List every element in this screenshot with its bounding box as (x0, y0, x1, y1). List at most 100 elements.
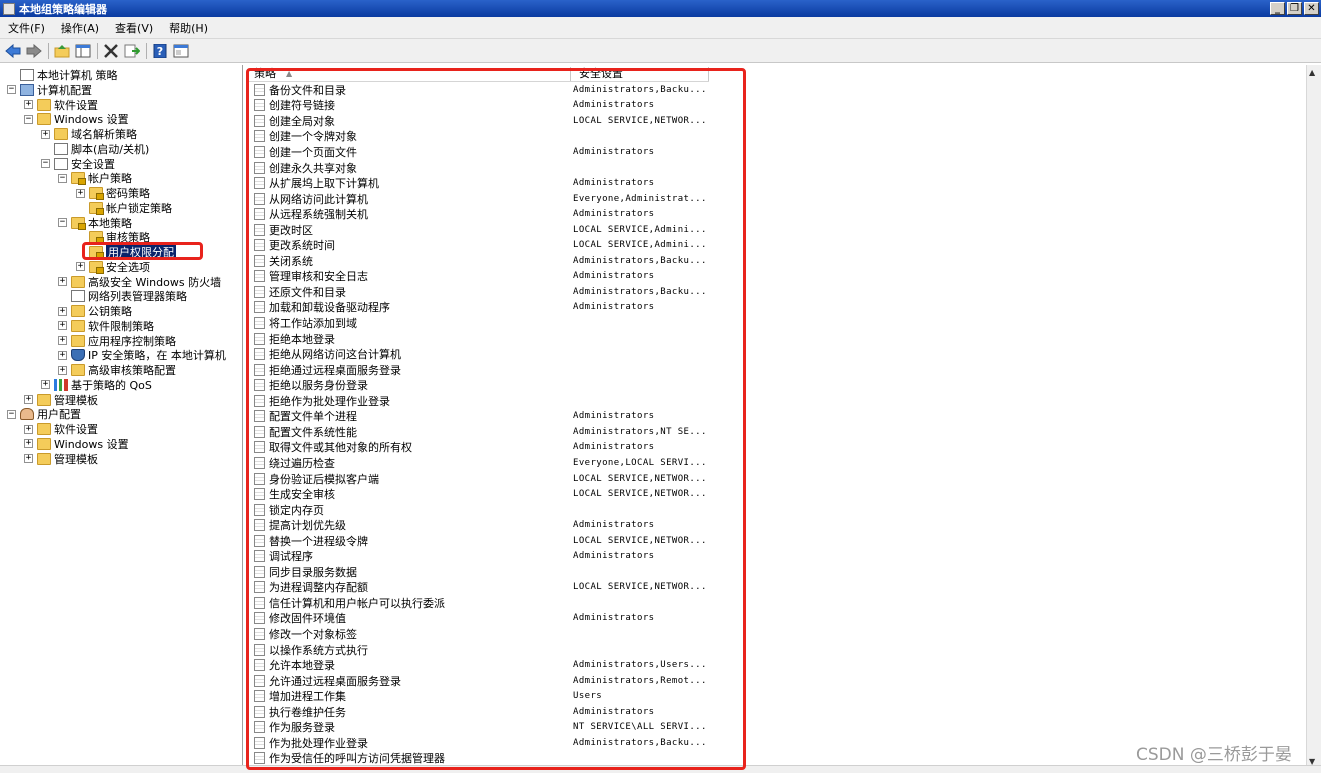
policy-row[interactable]: 创建一个页面文件 Administrators (254, 144, 654, 160)
tree-pane[interactable]: 本地计算机 策略 − 计算机配置 + 软件设置 − Windows 设置 + 域名解析策略 脚本(… (0, 65, 243, 772)
policy-row[interactable]: 关闭系统 Administrators,Backu... (254, 253, 707, 269)
expand-icon[interactable]: + (58, 336, 67, 345)
tree-local-computer-policy[interactable]: 本地计算机 策略 (7, 68, 118, 82)
policy-row[interactable]: 拒绝以服务身份登录 (254, 377, 573, 393)
tree-ip-security[interactable]: + IP 安全策略，在 本地计算机 (58, 348, 226, 362)
expand-icon[interactable]: + (24, 439, 33, 449)
policy-row[interactable]: 为进程调整内存配额 LOCAL SERVICE,NETWOR... (254, 580, 707, 596)
policy-row[interactable]: 增加进程工作集 Users (254, 688, 602, 704)
tree-user-software[interactable]: + 软件设置 (24, 422, 98, 436)
policy-row[interactable]: 调试程序 Administrators (254, 549, 654, 565)
collapse-icon[interactable]: − (58, 173, 67, 183)
policy-row[interactable]: 锁定内存页 (254, 502, 573, 518)
collapse-icon[interactable]: − (24, 114, 33, 124)
column-header-policy[interactable]: 策略 ▲ (246, 67, 571, 81)
restore-button[interactable]: ❐ (1287, 2, 1302, 15)
properties-button[interactable] (171, 42, 191, 60)
expand-icon[interactable]: + (58, 350, 67, 360)
tree-password-policy[interactable]: + 密码策略 (76, 186, 150, 200)
menu-help[interactable]: 帮助(H) (161, 20, 216, 36)
policy-row[interactable]: 允许通过远程桌面服务登录 Administrators,Remot... (254, 673, 707, 689)
policy-row[interactable]: 修改一个对象标签 (254, 626, 573, 642)
tree-admin-templates[interactable]: + 管理模板 (24, 393, 98, 407)
minimize-button[interactable]: _ (1270, 2, 1285, 15)
policy-row[interactable]: 提高计划优先级 Administrators (254, 517, 654, 533)
policy-row[interactable]: 配置文件系统性能 Administrators,NT SE... (254, 424, 707, 440)
expand-icon[interactable]: + (58, 306, 67, 316)
policy-row[interactable]: 将工作站添加到域 (254, 315, 573, 331)
policy-row[interactable]: 拒绝作为批处理作业登录 (254, 393, 573, 409)
tree-scripts[interactable]: 脚本(启动/关机) (41, 142, 149, 156)
policy-row[interactable]: 创建永久共享对象 (254, 160, 573, 176)
tree-advanced-audit[interactable]: + 高级审核策略配置 (58, 363, 176, 377)
vertical-scrollbar[interactable]: ▲ ▼ (1306, 65, 1321, 772)
collapse-icon[interactable]: − (41, 159, 50, 168)
expand-icon[interactable]: + (58, 321, 67, 331)
tree-lockout-policy[interactable]: 帐户锁定策略 (76, 201, 172, 215)
policy-row[interactable]: 配置文件单个进程 Administrators (254, 409, 654, 425)
policy-row[interactable]: 以操作系统方式执行 (254, 642, 573, 658)
policy-row[interactable]: 信任计算机和用户帐户可以执行委派 (254, 595, 573, 611)
show-hide-tree-button[interactable] (73, 42, 93, 60)
policy-row[interactable]: 从扩展坞上取下计算机 Administrators (254, 175, 654, 191)
policy-row[interactable]: 拒绝通过远程桌面服务登录 (254, 362, 573, 378)
expand-icon[interactable]: + (58, 277, 67, 286)
policy-row[interactable]: 更改系统时间 LOCAL SERVICE,Admini... (254, 238, 707, 254)
policy-row[interactable]: 取得文件或其他对象的所有权 Administrators (254, 440, 654, 456)
policy-row[interactable]: 作为批处理作业登录 Administrators,Backu... (254, 735, 707, 751)
policy-row[interactable]: 允许本地登录 Administrators,Users... (254, 657, 707, 673)
delete-button[interactable] (101, 42, 121, 60)
policy-row[interactable]: 加载和卸载设备驱动程序 Administrators (254, 300, 654, 316)
scroll-up-icon[interactable]: ▲ (1309, 68, 1315, 77)
policy-row[interactable]: 创建符号链接 Administrators (254, 98, 654, 114)
tree-audit-policy[interactable]: 审核策略 (76, 230, 150, 245)
tree-security-options[interactable]: + 安全选项 (76, 260, 150, 274)
tree-software-restriction[interactable]: + 软件限制策略 (58, 319, 154, 333)
tree-software-settings[interactable]: + 软件设置 (24, 98, 98, 112)
policy-row[interactable]: 从网络访问此计算机 Everyone,Administrat... (254, 191, 707, 207)
expand-icon[interactable]: + (76, 188, 85, 198)
tree-public-key[interactable]: + 公钥策略 (58, 304, 132, 318)
collapse-icon[interactable]: − (7, 409, 16, 419)
tree-security-settings[interactable]: − 安全设置 (41, 157, 115, 171)
forward-button[interactable] (24, 42, 44, 60)
help-button[interactable]: ? (150, 42, 170, 60)
up-button[interactable] (52, 42, 72, 60)
expand-icon[interactable]: + (24, 100, 33, 109)
policy-row[interactable]: 作为受信任的呼叫方访问凭据管理器 (254, 751, 573, 767)
policy-row[interactable]: 从远程系统强制关机 Administrators (254, 206, 654, 222)
menu-file[interactable]: 文件(F) (0, 20, 53, 36)
tree-user-admin-templates[interactable]: + 管理模板 (24, 452, 98, 466)
tree-user-rights[interactable]: 用户权限分配 (76, 244, 176, 260)
tree-local-policies[interactable]: − 本地策略 (58, 216, 132, 230)
policy-row[interactable]: 备份文件和目录 Administrators,Backu... (254, 82, 707, 98)
policy-row[interactable]: 创建一个令牌对象 (254, 129, 573, 145)
policy-row[interactable]: 同步目录服务数据 (254, 564, 573, 580)
collapse-icon[interactable]: − (7, 85, 16, 95)
policy-row[interactable]: 替换一个进程级令牌 LOCAL SERVICE,NETWOR... (254, 533, 707, 549)
expand-icon[interactable]: + (76, 262, 85, 272)
policy-row[interactable]: 拒绝从网络访问这台计算机 (254, 346, 573, 362)
policy-row[interactable]: 创建全局对象 LOCAL SERVICE,NETWOR... (254, 113, 707, 129)
policy-row[interactable]: 还原文件和目录 Administrators,Backu... (254, 284, 707, 300)
menu-view[interactable]: 查看(V) (107, 20, 161, 36)
policy-row[interactable]: 拒绝本地登录 (254, 331, 573, 347)
close-button[interactable]: ✕ (1304, 2, 1319, 15)
tree-app-control[interactable]: + 应用程序控制策略 (58, 334, 176, 348)
policy-list[interactable]: 策略 ▲ 安全设置 备份文件和目录 Administrators,Backu...… (246, 65, 1306, 772)
policy-row[interactable]: 更改时区 LOCAL SERVICE,Admini... (254, 222, 707, 238)
expand-icon[interactable]: + (24, 424, 33, 434)
collapse-icon[interactable]: − (58, 218, 67, 227)
expand-icon[interactable]: + (58, 365, 67, 375)
tree-user-config[interactable]: − 用户配置 (7, 407, 81, 421)
policy-row[interactable]: 绕过遍历检查 Everyone,LOCAL SERVI... (254, 455, 707, 471)
column-header-setting[interactable]: 安全设置 (571, 67, 709, 81)
expand-icon[interactable]: + (24, 395, 33, 404)
policy-row[interactable]: 生成安全审核 LOCAL SERVICE,NETWOR... (254, 486, 707, 502)
expand-icon[interactable]: + (41, 129, 50, 139)
policy-row[interactable]: 作为服务登录 NT SERVICE\ALL SERVI... (254, 720, 707, 736)
expand-icon[interactable]: + (24, 454, 33, 463)
policy-row[interactable]: 管理审核和安全日志 Administrators (254, 269, 654, 285)
policy-row[interactable]: 身份验证后模拟客户端 LOCAL SERVICE,NETWOR... (254, 471, 707, 487)
tree-account-policies[interactable]: − 帐户策略 (58, 171, 132, 186)
